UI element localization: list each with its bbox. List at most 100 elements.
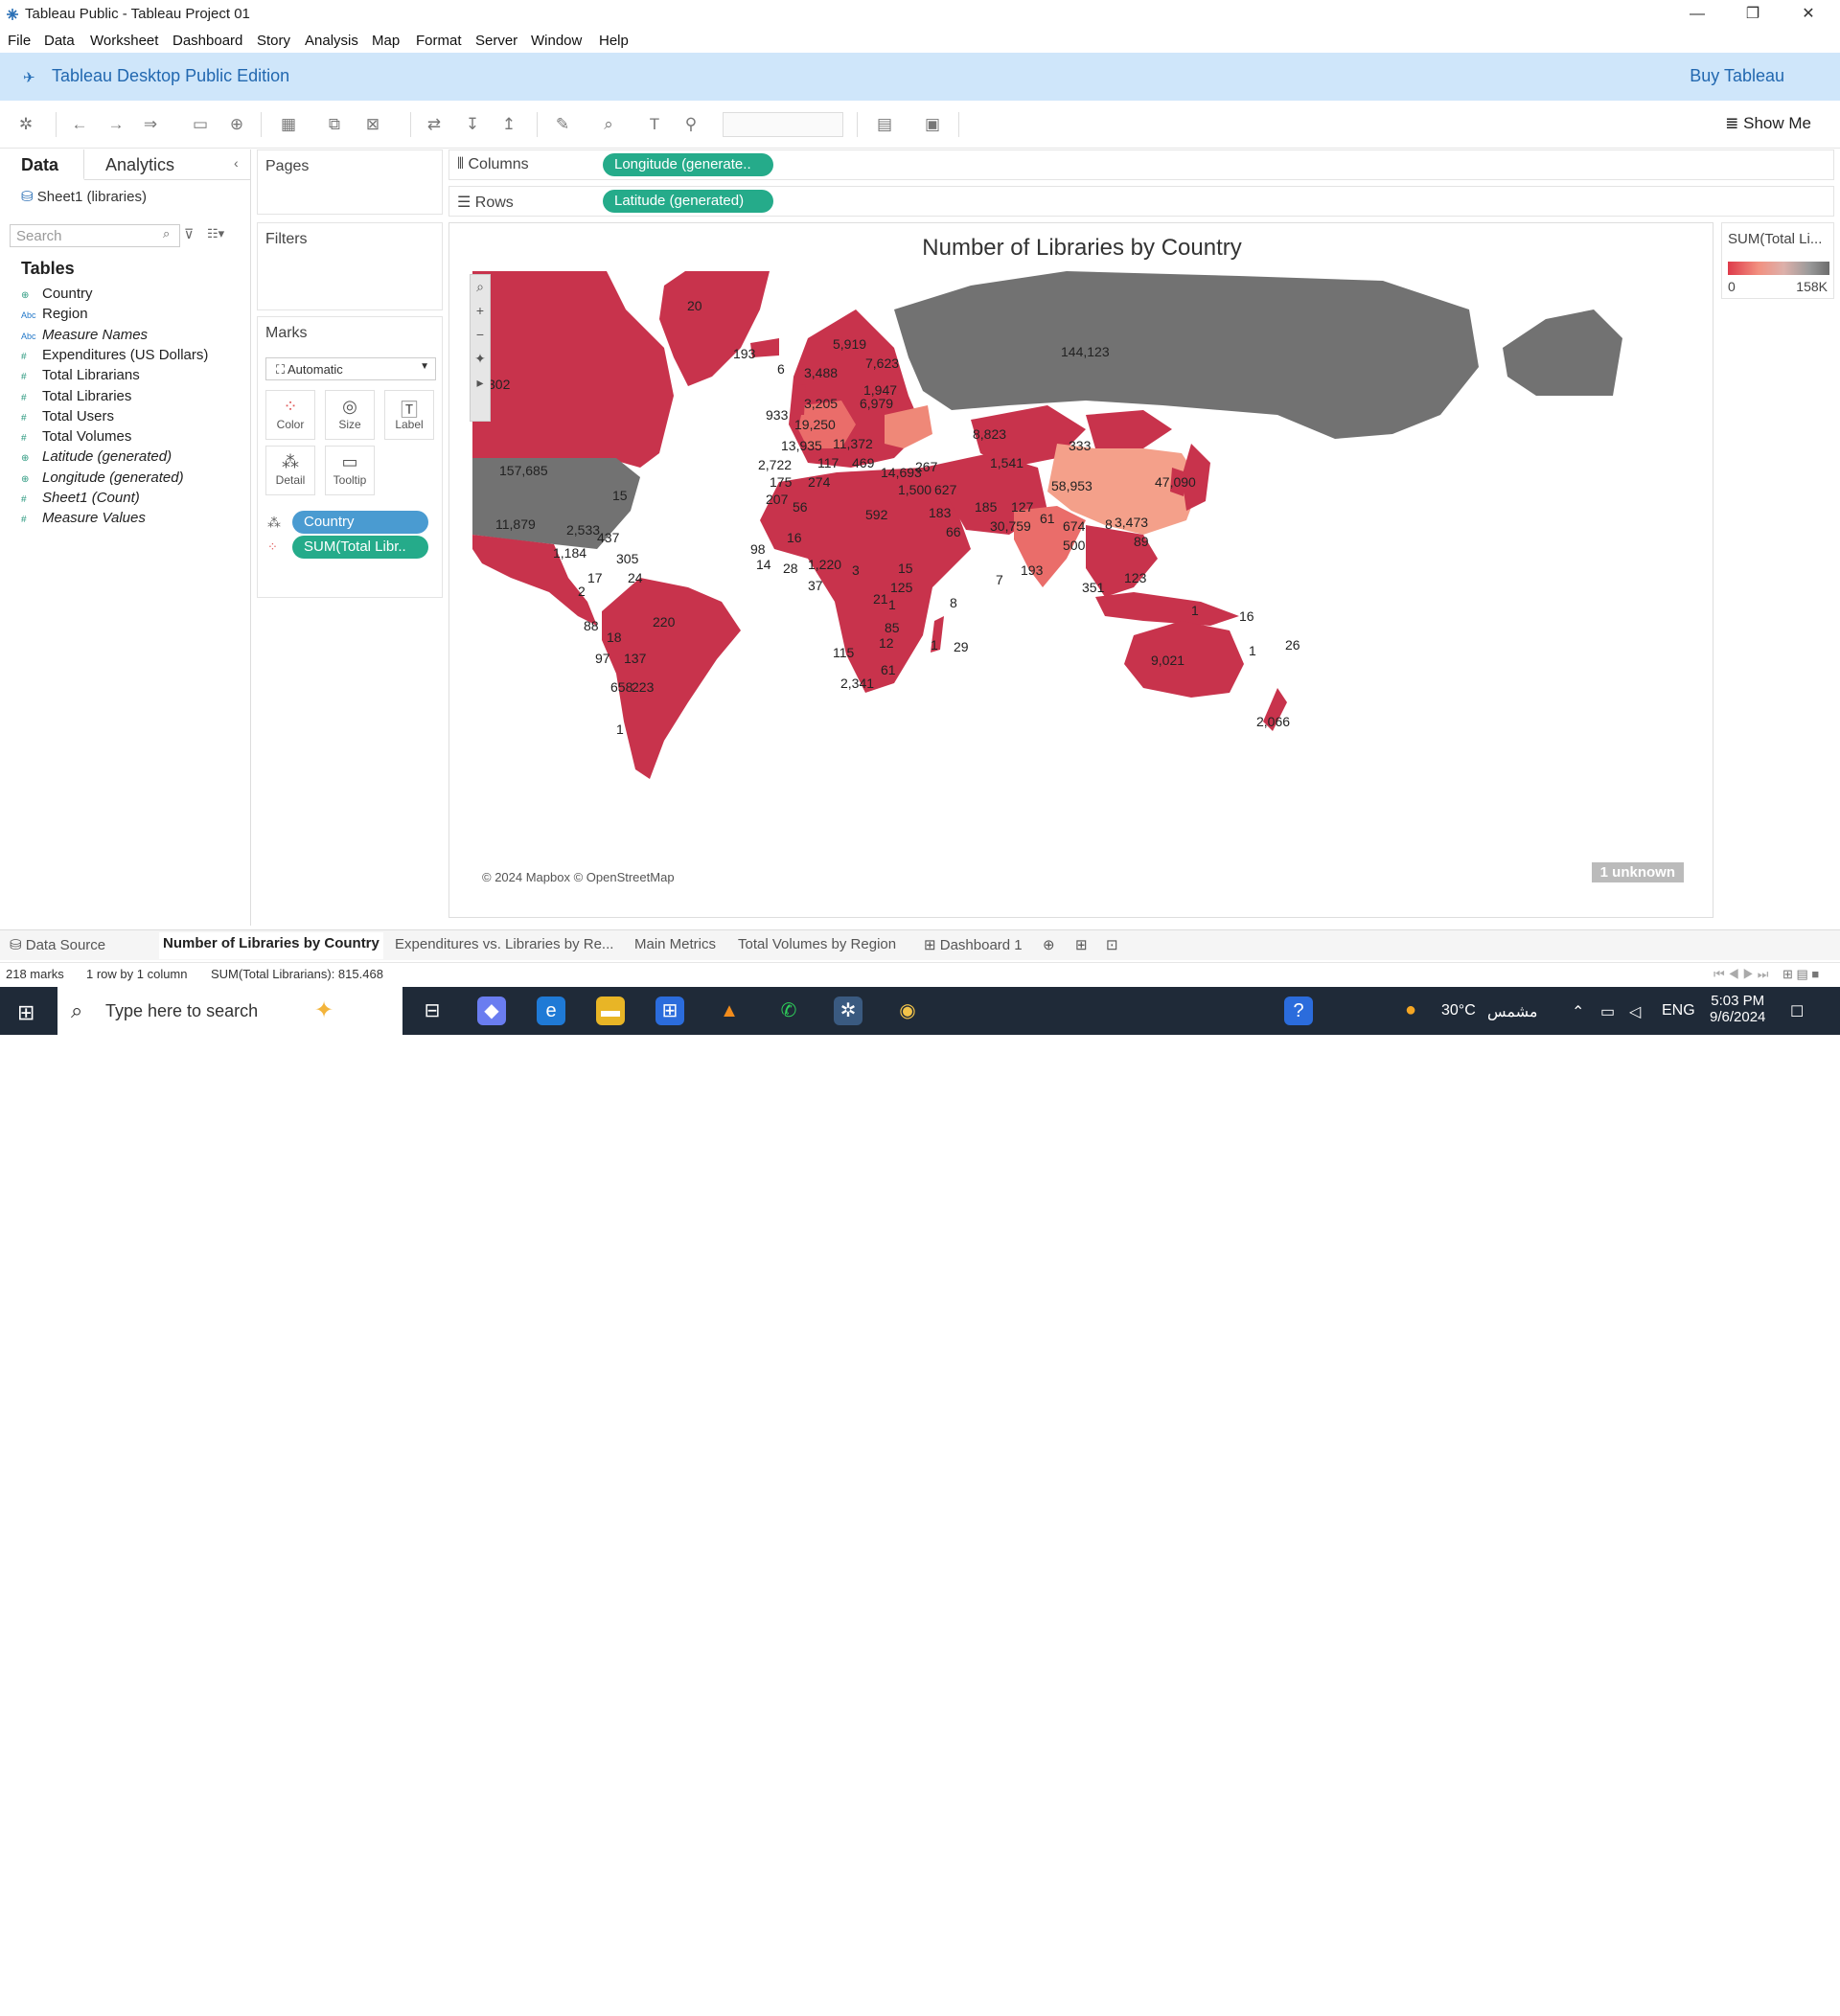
collapse-pane-icon[interactable]: ‹ bbox=[234, 155, 239, 171]
menu-data[interactable]: Data bbox=[44, 33, 75, 49]
sheet-sorter-icon[interactable]: ⊞ ▤ ■ bbox=[1782, 967, 1819, 982]
group-icon[interactable]: ⌕ bbox=[598, 114, 619, 135]
size-button[interactable]: ◎ Size bbox=[325, 390, 375, 440]
menu-story[interactable]: Story bbox=[257, 33, 290, 49]
new-worksheet-tab-icon[interactable]: ⊕ bbox=[1043, 936, 1055, 953]
tab-expenditures[interactable]: Expenditures vs. Libraries by Re... bbox=[395, 936, 613, 952]
fit-dropdown[interactable] bbox=[723, 112, 843, 137]
new-dashboard-tab-icon[interactable]: ⊞ bbox=[1075, 936, 1088, 953]
pages-shelf[interactable]: Pages bbox=[257, 149, 443, 215]
minimize-button[interactable]: — bbox=[1675, 2, 1719, 27]
windows-start-icon[interactable]: ⊞ bbox=[17, 1000, 34, 1025]
menu-window[interactable]: Window bbox=[531, 33, 582, 49]
menu-file[interactable]: File bbox=[8, 33, 31, 49]
window-title-bar: Tableau Public - Tableau Project 01 — ❐ … bbox=[0, 0, 1840, 29]
presentation-icon[interactable]: ▣ bbox=[922, 114, 943, 135]
field-item[interactable]: # Measure Values bbox=[21, 510, 251, 533]
help-icon[interactable]: ? bbox=[1284, 997, 1313, 1025]
vlc-icon[interactable]: ▲ bbox=[715, 997, 744, 1025]
redo-icon[interactable]: → bbox=[105, 114, 126, 135]
country-detail-pill[interactable]: Country bbox=[292, 511, 428, 534]
tab-data[interactable]: Data bbox=[0, 149, 84, 180]
columns-shelf[interactable]: ⦀ Columns Longitude (generate.. bbox=[448, 149, 1834, 180]
tab-data-source[interactable]: ⛁ Data Source bbox=[10, 936, 105, 953]
store-icon[interactable]: ⊞ bbox=[656, 997, 684, 1025]
unknown-indicator[interactable]: 1 unknown bbox=[1591, 862, 1684, 882]
search-input[interactable]: Search bbox=[10, 224, 180, 247]
tab-number-of-libraries[interactable]: Number of Libraries by Country bbox=[159, 932, 383, 959]
buy-tableau-link[interactable]: Buy Tableau bbox=[1690, 66, 1784, 86]
pin-axes-icon[interactable]: ⚲ bbox=[680, 114, 702, 135]
menu-map[interactable]: Map bbox=[372, 33, 400, 49]
filters-shelf[interactable]: Filters bbox=[257, 222, 443, 310]
menu-server[interactable]: Server bbox=[475, 33, 518, 49]
tab-main-metrics[interactable]: Main Metrics bbox=[634, 936, 716, 952]
expand-toolbar-icon[interactable]: ▸ bbox=[471, 371, 490, 395]
menu-analysis[interactable]: Analysis bbox=[305, 33, 358, 49]
chrome-icon[interactable]: ◉ bbox=[893, 997, 922, 1025]
file-explorer-icon[interactable]: ▬ bbox=[596, 997, 625, 1025]
sort-descending-icon[interactable]: ↥ bbox=[498, 114, 519, 135]
search-icon[interactable]: ⌕ bbox=[163, 226, 170, 241]
menu-worksheet[interactable]: Worksheet bbox=[90, 33, 158, 49]
filled-map[interactable]: 20 193 6 5,919 7,623 3,488 1,947 302 3,205 6,979 9… bbox=[472, 271, 1695, 890]
menu-format[interactable]: Format bbox=[416, 33, 462, 49]
volume-icon[interactable]: ◁ bbox=[1629, 1002, 1641, 1021]
tray-chevron-icon[interactable]: ⌃ bbox=[1572, 1002, 1584, 1021]
replay-icon[interactable]: ⇒ bbox=[140, 114, 161, 135]
save-icon[interactable]: ▭ bbox=[190, 114, 211, 135]
edge-icon[interactable]: e bbox=[537, 997, 565, 1025]
show-me-button[interactable]: ≣ Show Me bbox=[1725, 114, 1811, 133]
zoom-out-icon[interactable]: − bbox=[471, 323, 490, 347]
restore-button[interactable]: ❐ bbox=[1731, 2, 1775, 27]
color-legend[interactable]: SUM(Total Li... 0 158K bbox=[1721, 222, 1834, 299]
longitude-pill[interactable]: Longitude (generate.. bbox=[603, 153, 773, 176]
network-icon[interactable]: ▭ bbox=[1600, 1002, 1615, 1021]
weather-status[interactable]: مشمس bbox=[1487, 1002, 1538, 1021]
task-view-icon[interactable]: ⊟ bbox=[418, 997, 447, 1025]
rows-shelf[interactable]: ☰ Rows Latitude (generated) bbox=[448, 186, 1834, 217]
sum-libraries-color-pill[interactable]: SUM(Total Libr.. bbox=[292, 536, 428, 559]
clear-sheet-icon[interactable]: ⊠ bbox=[362, 114, 383, 135]
label-button[interactable]: 🅃 Label bbox=[384, 390, 434, 440]
detail-button[interactable]: ⁂ Detail bbox=[265, 446, 315, 495]
clock-date: 9/6/2024 bbox=[1710, 1009, 1766, 1025]
pin-map-icon[interactable]: ✦ bbox=[471, 347, 490, 371]
tableau-logo-icon[interactable]: ✲ bbox=[15, 114, 36, 135]
taskbar-search[interactable]: ⌕ Type here to search ✦ bbox=[58, 987, 402, 1035]
color-button[interactable]: ⁘ Color bbox=[265, 390, 315, 440]
tooltip-button[interactable]: ▭ Tooltip bbox=[325, 446, 375, 495]
clock[interactable]: 5:03 PM 9/6/2024 bbox=[1710, 993, 1765, 1025]
view-options-icon[interactable]: ☷▾ bbox=[207, 226, 224, 241]
swap-icon[interactable]: ⇄ bbox=[424, 114, 445, 135]
copilot-icon[interactable]: ◆ bbox=[477, 997, 506, 1025]
add-datasource-icon[interactable]: ⊕ bbox=[226, 114, 247, 135]
zoom-in-icon[interactable]: + bbox=[471, 299, 490, 323]
duplicate-icon[interactable]: ⧉ bbox=[324, 114, 345, 135]
weather-temp[interactable]: 30°C bbox=[1441, 1002, 1476, 1019]
show-cards-icon[interactable]: ▤ bbox=[874, 114, 895, 135]
map-search-icon[interactable]: ⌕ bbox=[471, 275, 490, 299]
sort-ascending-icon[interactable]: ↧ bbox=[462, 114, 483, 135]
datasource-item[interactable]: ⛁ Sheet1 (libraries) bbox=[21, 188, 147, 205]
new-story-tab-icon[interactable]: ⊡ bbox=[1106, 936, 1118, 953]
undo-icon[interactable]: ← bbox=[69, 114, 90, 135]
new-worksheet-icon[interactable]: ▦ bbox=[278, 114, 299, 135]
tab-dashboard-1[interactable]: ⊞ Dashboard 1 bbox=[924, 936, 1023, 953]
close-button[interactable]: ✕ bbox=[1786, 2, 1830, 27]
tab-analytics[interactable]: Analytics bbox=[105, 155, 174, 175]
latitude-pill[interactable]: Latitude (generated) bbox=[603, 190, 773, 213]
menu-help[interactable]: Help bbox=[599, 33, 629, 49]
map-value-label: 185 bbox=[975, 499, 998, 515]
menu-dashboard[interactable]: Dashboard bbox=[172, 33, 242, 49]
sheet-nav-icons[interactable]: ⏮ ◀ ▶ ⏭ bbox=[1714, 967, 1768, 982]
mark-type-dropdown[interactable]: ⛶ Automatic ▼ bbox=[265, 357, 436, 380]
notifications-icon[interactable]: ☐ bbox=[1790, 1002, 1804, 1021]
language-indicator[interactable]: ENG bbox=[1662, 1002, 1695, 1019]
whatsapp-icon[interactable]: ✆ bbox=[774, 997, 803, 1025]
show-labels-icon[interactable]: T bbox=[644, 114, 665, 135]
highlight-icon[interactable]: ✎ bbox=[552, 114, 573, 135]
tableau-taskbar-icon[interactable]: ✲ bbox=[834, 997, 862, 1025]
filter-fields-icon[interactable]: ⊽ bbox=[184, 226, 194, 242]
tab-total-volumes[interactable]: Total Volumes by Region bbox=[738, 936, 896, 952]
